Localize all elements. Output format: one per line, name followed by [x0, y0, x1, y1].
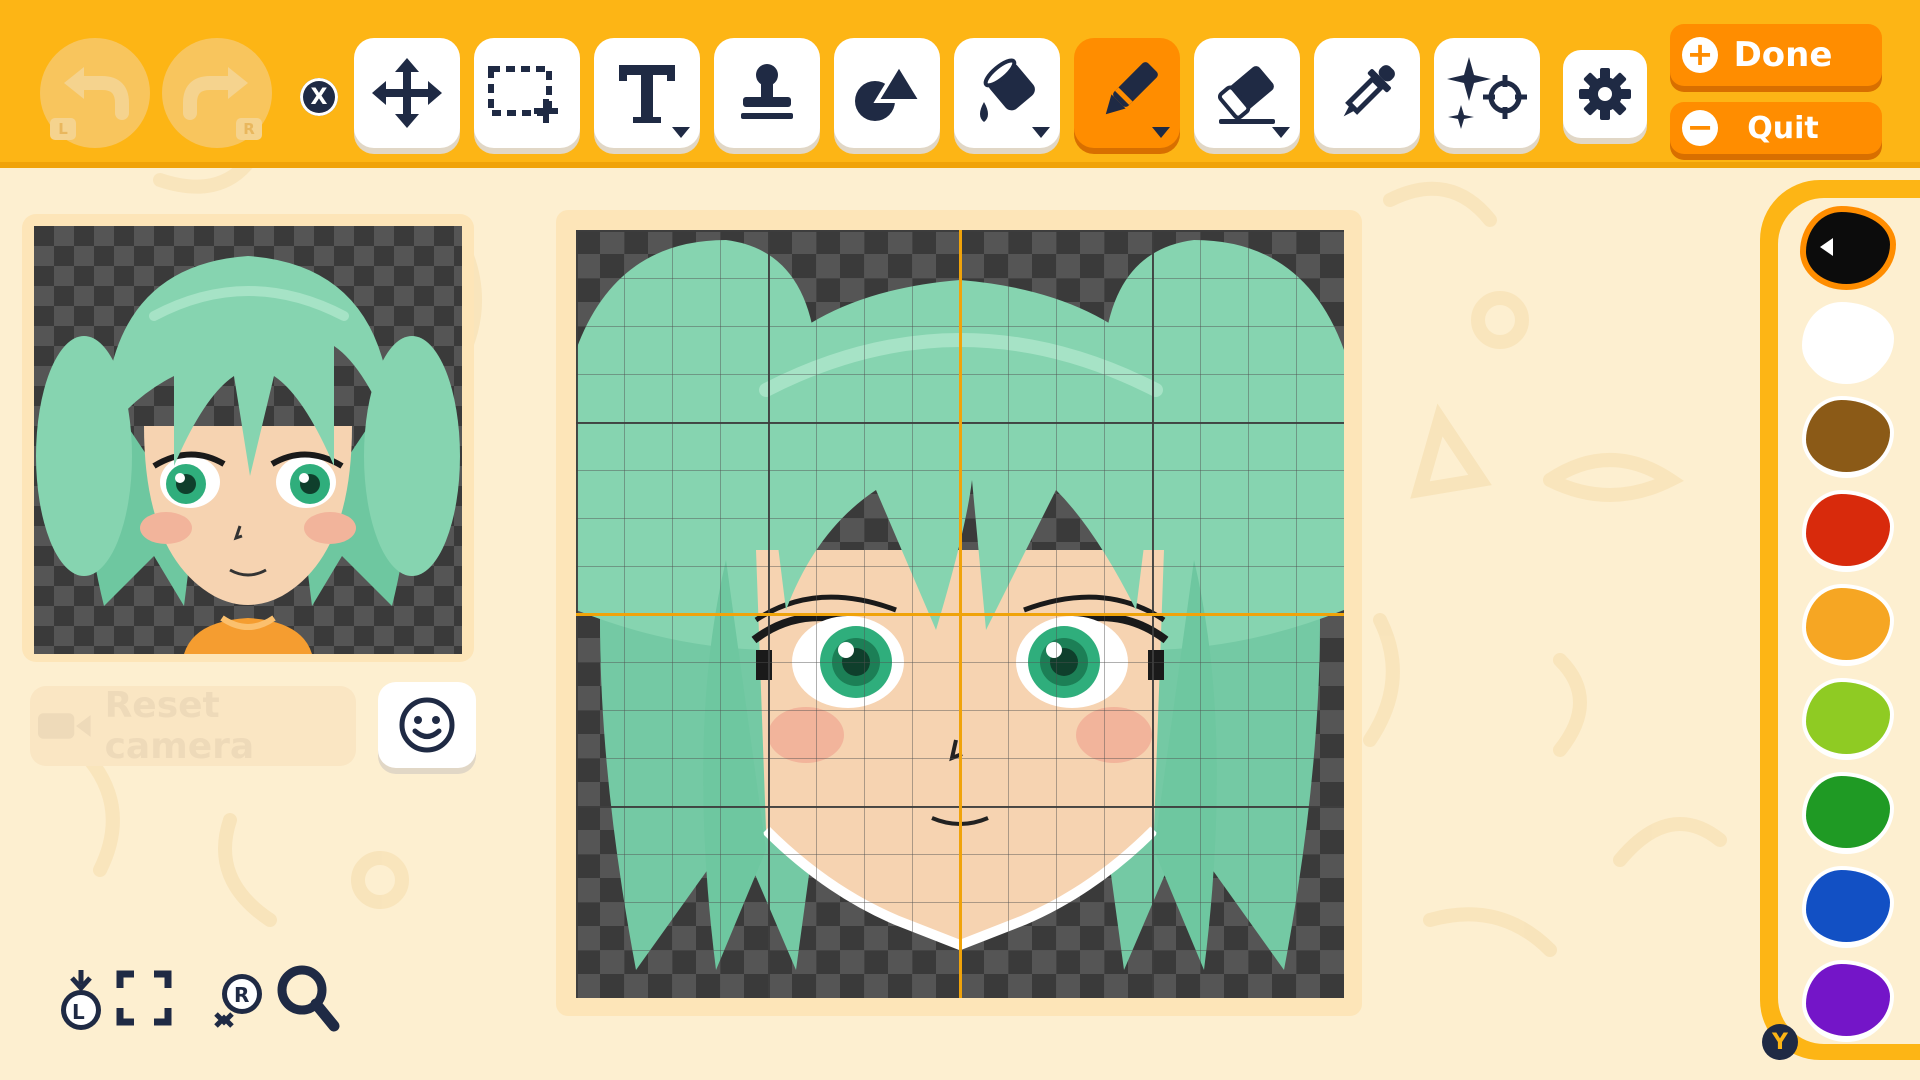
stamp-icon [741, 64, 793, 119]
redo-icon [183, 67, 248, 120]
fill-tool-menu-caret [1032, 127, 1050, 138]
selection-tool-button[interactable] [474, 38, 580, 148]
plus-icon: + [1682, 37, 1718, 73]
selection-icon [488, 66, 558, 123]
settings-button[interactable] [1563, 50, 1647, 138]
drawing-canvas[interactable] [576, 230, 1344, 998]
sparkle-target-icon [1447, 57, 1527, 129]
reset-camera-button[interactable]: Reset camera [30, 685, 356, 767]
toolbar: L R X + Done − Quit [0, 0, 1920, 168]
magnifier-icon [277, 965, 340, 1032]
undo-button[interactable]: L [40, 38, 150, 148]
reset-camera-label: Reset camera [104, 685, 255, 767]
r-stick-control[interactable]: R [212, 970, 268, 1030]
pen-tool-button[interactable] [1074, 38, 1180, 148]
eraser-tool-button[interactable] [1194, 38, 1300, 148]
shape-tool-button[interactable] [834, 38, 940, 148]
eraser-icon [1217, 66, 1275, 124]
shapes-icon [855, 61, 923, 121]
close-x-button[interactable]: X [300, 78, 338, 116]
redo-key-badge: R [236, 118, 262, 140]
gear-icon [1579, 68, 1631, 120]
fullscreen-toggle[interactable] [116, 970, 172, 1026]
video-camera-icon [38, 713, 91, 739]
done-button[interactable]: + Done [1670, 24, 1882, 86]
smiley-face-icon [399, 697, 455, 753]
effects-tool-button[interactable] [1434, 38, 1540, 148]
undo-key-badge: L [50, 118, 76, 140]
move-tool-button[interactable] [354, 38, 460, 148]
eyedropper-tool-button[interactable] [1314, 38, 1420, 148]
pen-icon [1105, 62, 1158, 115]
paint-bucket-icon [980, 58, 1035, 122]
pen-tool-menu-caret [1152, 127, 1170, 138]
quit-label: Quit [1747, 110, 1819, 146]
fullscreen-icon [116, 970, 172, 1026]
done-label: Done [1733, 35, 1833, 75]
l-stick-label: L [72, 1000, 85, 1024]
redo-button[interactable]: R [162, 38, 272, 148]
undo-icon [64, 67, 129, 120]
selected-pointer-icon [1820, 238, 1833, 256]
text-icon [619, 65, 675, 123]
eraser-tool-menu-caret [1272, 127, 1290, 138]
l-stick-control[interactable]: L [52, 970, 110, 1032]
move-arrows-icon [372, 58, 442, 128]
quit-button[interactable]: − Quit [1670, 102, 1882, 154]
zoom-button[interactable] [276, 964, 340, 1038]
stamp-tool-button[interactable] [714, 38, 820, 148]
3d-preview-viewport[interactable] [34, 226, 462, 654]
text-tool-button[interactable] [594, 38, 700, 148]
minus-icon: − [1682, 110, 1718, 146]
eyedropper-icon [1343, 65, 1395, 117]
face-view-button[interactable] [378, 682, 476, 768]
text-tool-menu-caret [672, 127, 690, 138]
y-key-badge: Y [1762, 1024, 1798, 1060]
horizontal-center-guide [576, 613, 1344, 616]
r-stick-label: R [234, 983, 250, 1007]
fill-tool-button[interactable] [954, 38, 1060, 148]
preview-character [36, 256, 460, 654]
